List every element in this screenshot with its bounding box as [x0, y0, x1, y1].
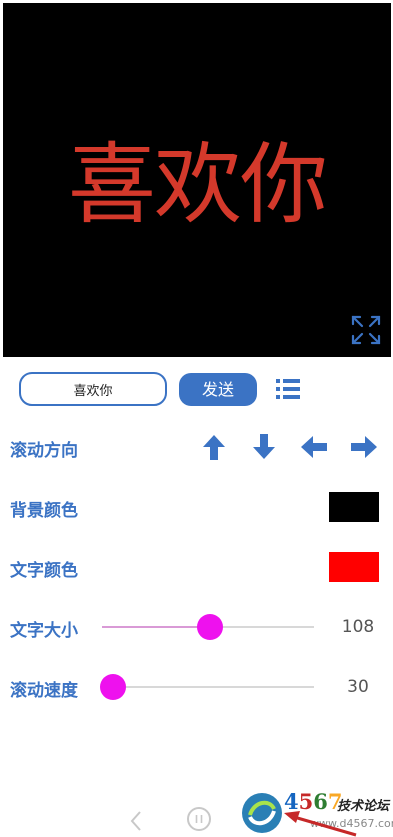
text-size-value: 108 — [341, 617, 375, 637]
led-preview: 喜欢你 — [3, 3, 391, 357]
text-size-fill — [102, 626, 211, 628]
preview-text: 喜欢你 — [67, 133, 328, 236]
text-color-label: 文字颜色 — [10, 561, 78, 581]
direction-label: 滚动方向 — [10, 441, 78, 461]
send-button[interactable]: 发送 — [179, 373, 257, 406]
arrow-right-icon[interactable] — [350, 433, 378, 461]
message-input[interactable] — [19, 372, 167, 406]
red-arrow-icon — [284, 811, 357, 837]
scroll-speed-track[interactable] — [102, 686, 314, 688]
text-size-thumb[interactable] — [197, 614, 224, 640]
arrow-left-icon[interactable] — [300, 433, 328, 461]
back-icon[interactable] — [128, 810, 144, 832]
scroll-speed-label: 滚动速度 — [10, 681, 78, 701]
arrow-down-icon[interactable] — [250, 433, 278, 461]
arrow-up-icon[interactable] — [200, 433, 228, 461]
list-icon[interactable] — [276, 378, 300, 400]
text-color-swatch[interactable] — [329, 552, 379, 582]
background-color-swatch[interactable] — [329, 492, 379, 522]
text-size-label: 文字大小 — [10, 621, 78, 641]
home-icon[interactable] — [186, 806, 212, 832]
fullscreen-icon[interactable] — [350, 314, 382, 346]
background-color-label: 背景颜色 — [10, 501, 78, 521]
scroll-speed-value: 30 — [347, 677, 369, 697]
scroll-speed-thumb[interactable] — [99, 674, 126, 700]
